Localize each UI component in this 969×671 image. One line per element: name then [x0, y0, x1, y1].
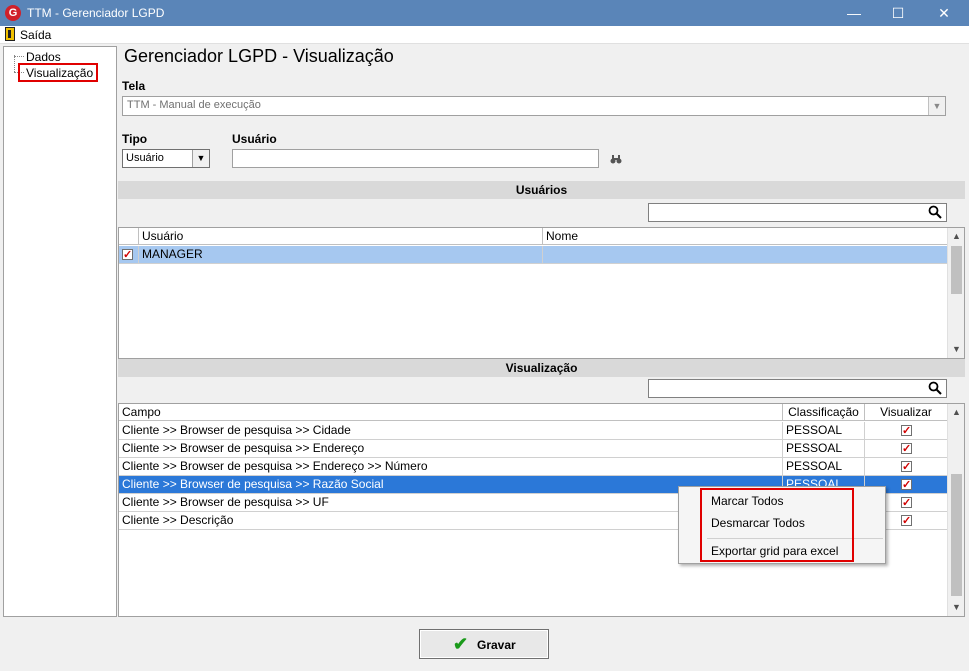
chevron-down-icon[interactable]: ▼ [192, 150, 209, 167]
cell-usuario: MANAGER [139, 246, 543, 264]
grid-header: Usuário Nome [119, 228, 948, 245]
tipo-label: Tipo [122, 132, 148, 146]
cell-campo: Cliente >> Browser de pesquisa >> Endere… [119, 440, 783, 458]
table-row[interactable]: Cliente >> Browser de pesquisa >> Endere… [119, 440, 948, 458]
app-logo-icon: G [5, 5, 21, 21]
table-row[interactable]: Cliente >> Browser de pesquisa >> Cidade… [119, 422, 948, 440]
tela-label: Tela [122, 79, 146, 93]
table-row[interactable]: MANAGER [119, 246, 948, 264]
cell-campo: Cliente >> Browser de pesquisa >> Cidade [119, 422, 783, 440]
navigation-tree: Dados Visualização [3, 46, 117, 617]
cell-nome [543, 246, 948, 264]
tela-select[interactable]: TTM - Manual de execução ▼ [122, 96, 946, 116]
row-checkbox-cell[interactable] [119, 246, 139, 264]
table-row[interactable]: Cliente >> Browser de pesquisa >> Endere… [119, 458, 948, 476]
scroll-thumb[interactable] [951, 246, 962, 294]
checkmark-icon: ✔ [453, 634, 469, 654]
vertical-scrollbar[interactable]: ▲ ▼ [947, 404, 964, 616]
grid-header-cell [119, 228, 139, 245]
cell-classificacao: PESSOAL [783, 458, 865, 476]
column-header-campo[interactable]: Campo [119, 404, 783, 421]
visualizacao-section-header: Visualização [118, 359, 965, 377]
column-header-visualizar[interactable]: Visualizar [865, 404, 948, 421]
menu-exit[interactable]: Saída [20, 28, 51, 42]
menu-bar: Saída [0, 26, 969, 44]
scroll-up-icon[interactable]: ▲ [948, 228, 964, 245]
tipo-select-value: Usuário [126, 152, 164, 164]
usuarios-grid: Usuário Nome MANAGER ▲ ▼ [118, 227, 965, 359]
column-header-usuario[interactable]: Usuário [139, 228, 543, 245]
cell-visualizar[interactable] [865, 440, 948, 458]
search-icon[interactable] [928, 205, 942, 219]
cell-visualizar[interactable] [865, 458, 948, 476]
cell-classificacao: PESSOAL [783, 440, 865, 458]
checkbox-checked[interactable] [901, 495, 912, 512]
vertical-scrollbar[interactable]: ▲ ▼ [947, 228, 964, 358]
usuario-input[interactable] [232, 149, 599, 168]
page-title: Gerenciador LGPD - Visualização [124, 46, 394, 66]
window-title: TTM - Gerenciador LGPD [27, 6, 165, 20]
checkbox-checked[interactable] [901, 459, 912, 476]
minimize-button[interactable]: — [831, 0, 877, 26]
checkbox-checked[interactable] [901, 513, 912, 530]
grid-header: Campo Classificação Visualizar [119, 404, 948, 421]
cell-visualizar[interactable] [865, 422, 948, 440]
save-button[interactable]: ✔ Gravar [419, 629, 549, 659]
checkbox-checked[interactable] [901, 441, 912, 458]
visualizacao-search-input[interactable] [648, 379, 947, 398]
column-header-nome[interactable]: Nome [543, 228, 948, 245]
tipo-select[interactable]: Usuário ▼ [122, 149, 210, 168]
usuarios-search-input[interactable] [648, 203, 947, 222]
window-title-bar: G TTM - Gerenciador LGPD — ☐ ✕ [0, 0, 969, 26]
search-icon[interactable] [928, 381, 942, 395]
scroll-thumb[interactable] [951, 474, 962, 596]
maximize-button[interactable]: ☐ [875, 0, 921, 26]
close-button[interactable]: ✕ [921, 0, 967, 26]
save-button-label: Gravar [477, 638, 516, 652]
tela-select-value: TTM - Manual de execução [127, 99, 261, 111]
tree-connector [14, 56, 24, 57]
scroll-down-icon[interactable]: ▼ [948, 341, 964, 358]
scroll-up-icon[interactable]: ▲ [948, 404, 964, 421]
highlight-box [700, 488, 854, 562]
cell-campo: Cliente >> Browser de pesquisa >> Endere… [119, 458, 783, 476]
usuario-label: Usuário [232, 132, 277, 146]
checkbox-checked[interactable] [901, 423, 912, 440]
exit-door-icon [5, 27, 15, 41]
cell-classificacao: PESSOAL [783, 422, 865, 440]
scroll-down-icon[interactable]: ▼ [948, 599, 964, 616]
checkbox-checked[interactable] [122, 247, 133, 264]
tree-connector [14, 55, 15, 72]
tree-item-dados[interactable]: Dados [26, 50, 61, 64]
binoculars-search-icon[interactable] [610, 155, 622, 167]
checkbox-checked[interactable] [901, 477, 912, 494]
usuarios-section-header: Usuários [118, 181, 965, 199]
column-header-classificacao[interactable]: Classificação [783, 404, 865, 421]
highlight-box [18, 63, 98, 82]
chevron-down-icon[interactable]: ▼ [928, 97, 945, 115]
